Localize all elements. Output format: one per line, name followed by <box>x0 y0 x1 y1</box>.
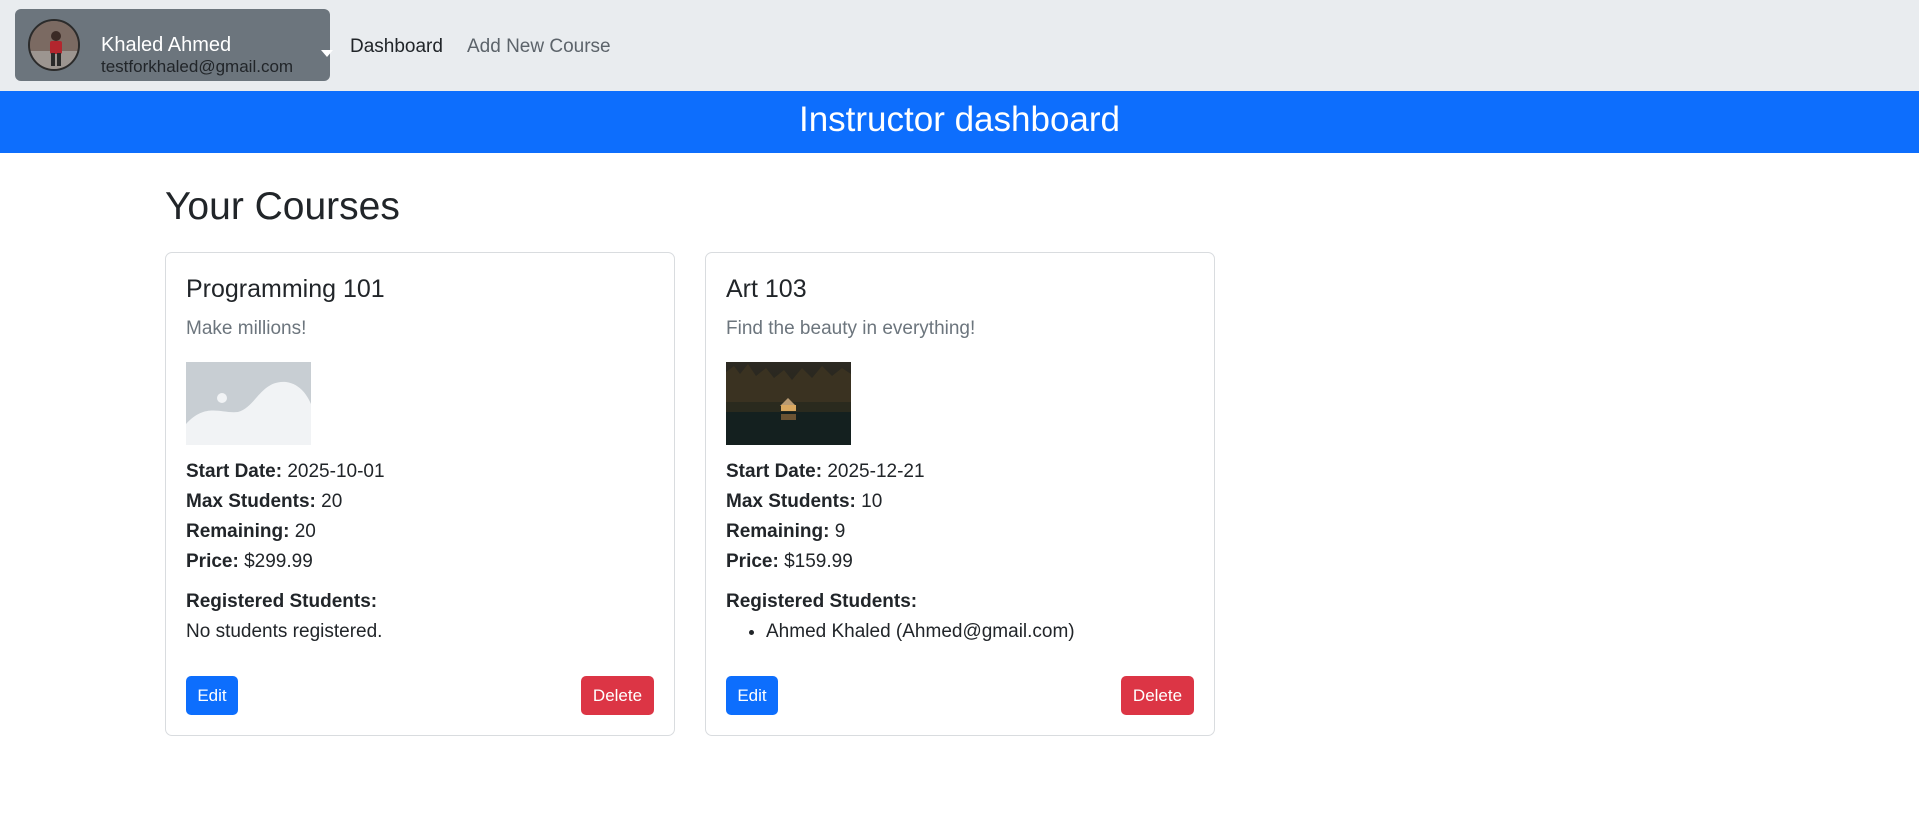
max-students-field: Max Students: 20 <box>186 491 342 513</box>
max-students-field: Max Students: 10 <box>726 491 882 513</box>
course-title: Art 103 <box>726 275 807 303</box>
course-card: Art 103 Find the beauty in everything! S… <box>705 252 1215 736</box>
remaining-label: Remaining: <box>726 521 830 542</box>
user-menu-dropdown[interactable]: Khaled Ahmed testforkhaled@gmail.com <box>15 9 333 81</box>
dashboard-banner: Instructor dashboard <box>0 91 1919 153</box>
user-email: testforkhaled@gmail.com <box>101 57 294 76</box>
start-date-field: Start Date: 2025-10-01 <box>186 461 385 483</box>
start-date-value: 2025-12-21 <box>827 461 925 482</box>
start-date-field: Start Date: 2025-12-21 <box>726 461 925 483</box>
price-value: $299.99 <box>244 551 313 572</box>
price-value: $159.99 <box>784 551 853 572</box>
placeholder-image-icon <box>186 362 311 445</box>
edit-button[interactable]: Edit <box>726 676 778 715</box>
price-field: Price: $159.99 <box>726 551 853 573</box>
delete-button[interactable]: Delete <box>1121 676 1194 715</box>
registered-students-heading: Registered Students: <box>726 591 918 612</box>
price-label: Price: <box>726 551 779 572</box>
remaining-field: Remaining: 9 <box>726 521 845 543</box>
delete-button[interactable]: Delete <box>581 676 654 715</box>
no-students-text: No students registered. <box>186 621 383 642</box>
user-avatar-icon <box>28 19 80 71</box>
start-date-label: Start Date: <box>186 461 283 482</box>
price-field: Price: $299.99 <box>186 551 313 573</box>
max-students-value: 10 <box>861 491 883 512</box>
remaining-value: 20 <box>294 521 316 542</box>
start-date-label: Start Date: <box>726 461 823 482</box>
registered-students-heading: Registered Students: <box>186 591 378 612</box>
max-students-label: Max Students: <box>726 491 856 512</box>
course-subtitle: Find the beauty in everything! <box>726 318 976 339</box>
top-navbar: Khaled Ahmed testforkhaled@gmail.com Das… <box>0 0 1919 91</box>
max-students-value: 20 <box>321 491 343 512</box>
nav-link-dashboard[interactable]: Dashboard <box>350 36 443 58</box>
edit-button[interactable]: Edit <box>186 676 238 715</box>
max-students-label: Max Students: <box>186 491 316 512</box>
remaining-label: Remaining: <box>186 521 290 542</box>
caret-down-icon <box>321 50 333 57</box>
remaining-value: 9 <box>834 521 846 542</box>
start-date-value: 2025-10-01 <box>287 461 385 482</box>
course-title: Programming 101 <box>186 275 385 303</box>
user-name: Khaled Ahmed <box>101 34 232 56</box>
nav-link-add-new-course[interactable]: Add New Course <box>467 36 611 58</box>
course-card: Programming 101 Make millions! Start Dat… <box>165 252 675 736</box>
course-image <box>726 362 851 445</box>
page-title: Your Courses <box>165 185 400 228</box>
registered-students-list: Ahmed Khaled (Ahmed@gmail.com) <box>726 621 1075 643</box>
price-label: Price: <box>186 551 239 572</box>
student-list-item: Ahmed Khaled (Ahmed@gmail.com) <box>766 621 1075 643</box>
remaining-field: Remaining: 20 <box>186 521 316 543</box>
course-subtitle: Make millions! <box>186 318 307 339</box>
